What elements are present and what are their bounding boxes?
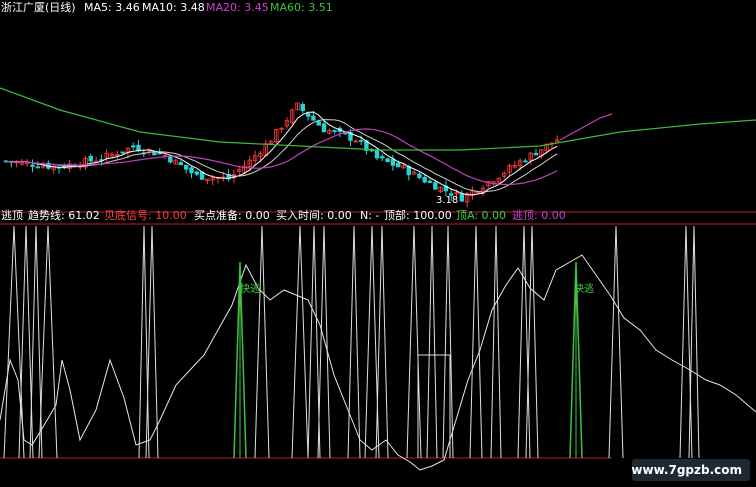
watermark-text: www.7gpzb.com xyxy=(631,463,742,477)
signal-spike xyxy=(291,225,309,459)
indicator-item-3: 买点准备: 0.00 xyxy=(194,208,270,222)
candle-body xyxy=(305,112,311,117)
candle-body xyxy=(459,193,464,202)
signal-spike xyxy=(469,225,483,459)
signal-spike xyxy=(317,225,331,459)
stock-name-title: 浙江广厦(日线) xyxy=(1,0,76,14)
candle-body xyxy=(417,173,422,178)
ma5-line xyxy=(5,111,558,196)
ma60-label: MA60: 3.51 xyxy=(270,1,333,14)
candle-body xyxy=(433,182,438,190)
candle-body xyxy=(422,177,427,183)
candle-body xyxy=(395,162,401,168)
candle-body xyxy=(88,155,93,162)
candle-body xyxy=(300,104,305,112)
candle-body xyxy=(427,180,433,183)
candle-body xyxy=(533,153,539,156)
indicator-item-1: 趋势线: 61.02 xyxy=(28,208,100,222)
indicator-panel[interactable] xyxy=(0,225,756,471)
fast-escape-label-2: 快逃 xyxy=(574,282,594,295)
candle-body xyxy=(189,167,194,174)
candle-body xyxy=(194,171,199,175)
candle-body xyxy=(358,139,364,142)
signal-spike xyxy=(688,225,700,459)
candle-body xyxy=(523,160,528,163)
indicator-item-8: 逃顶: 0.00 xyxy=(512,209,566,222)
candle-body xyxy=(30,164,35,167)
signal-spike xyxy=(608,225,624,459)
candle-body xyxy=(183,164,189,170)
indicator-item-6: 顶部: 100.00 xyxy=(384,208,452,222)
signal-spike xyxy=(490,225,502,459)
signal-spike xyxy=(426,225,438,459)
ma5-label: MA5: 3.46 xyxy=(84,1,140,14)
indicator-item-4: 买入时间: 0.00 xyxy=(276,209,352,222)
signal-spike xyxy=(517,225,531,459)
candle-body xyxy=(321,123,327,133)
candle-body xyxy=(35,166,40,169)
candle-body xyxy=(152,152,157,156)
signal-spike xyxy=(3,225,25,459)
candle-body xyxy=(168,155,173,163)
candle-body xyxy=(130,145,136,148)
signal-spike xyxy=(442,225,454,459)
signal-spike xyxy=(138,225,150,459)
ma10-label: MA10: 3.48 xyxy=(142,1,205,14)
indicator-item-0: 逃顶 xyxy=(1,209,23,222)
signal-spike xyxy=(406,225,422,459)
indicator-item-7: 顶A: 0.00 xyxy=(456,209,506,222)
low-price-marker: 3.18 xyxy=(436,195,458,206)
ma20-label: MA20: 3.45 xyxy=(206,1,269,14)
candle-body xyxy=(390,158,396,166)
candle-body xyxy=(380,156,385,159)
signal-spike xyxy=(525,225,539,459)
signal-spike xyxy=(347,225,361,459)
signal-spike xyxy=(38,225,58,459)
signal-spike xyxy=(254,225,270,459)
ma60-line xyxy=(0,87,756,151)
indicator-item-5: N: - xyxy=(360,209,379,222)
stock-chart-canvas[interactable]: 浙江广厦(日线) MA5: 3.46 MA10: 3.48 MA20: 3.45… xyxy=(0,0,756,487)
candle-body xyxy=(120,151,125,154)
candle-body xyxy=(311,115,316,121)
price-panel[interactable] xyxy=(0,87,756,225)
fast-escape-label-1: 快逃 xyxy=(240,282,260,295)
candle-body xyxy=(178,162,184,166)
signal-spike xyxy=(307,225,321,459)
candle-body xyxy=(316,121,321,126)
candle-body xyxy=(385,158,390,163)
candle-body xyxy=(374,149,380,159)
ma20-tail xyxy=(559,113,613,141)
candle-body xyxy=(332,130,337,133)
indicator-item-2: 见底信号: 10.00 xyxy=(104,208,187,222)
